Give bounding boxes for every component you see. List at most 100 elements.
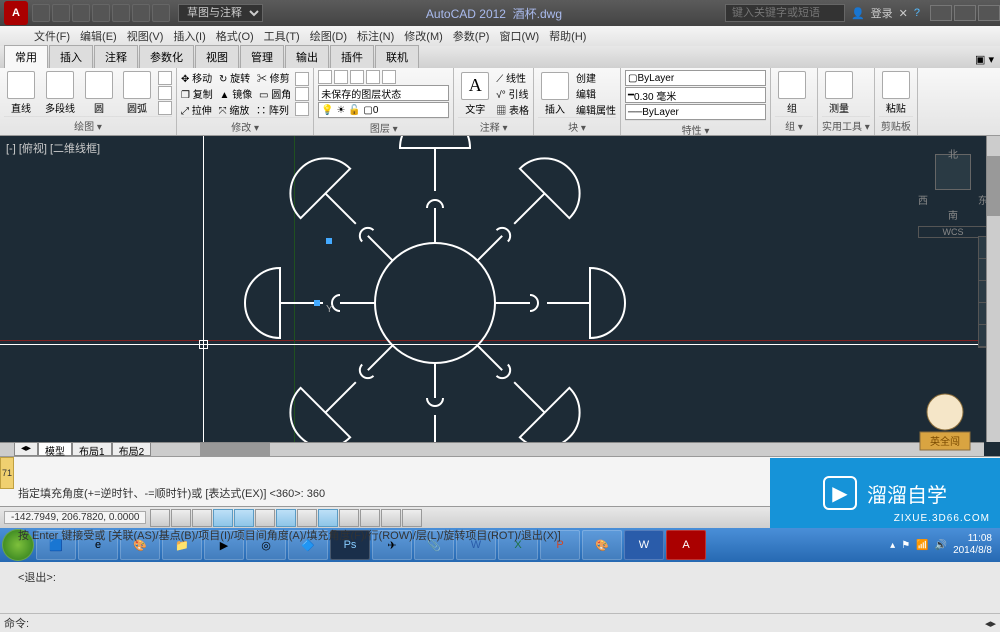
layout-tabs: ◂▸ 模型 布局1 布局2 bbox=[14, 442, 151, 456]
layer-current-dropdown[interactable]: 💡 ☀ 🔓 ▢ 0 bbox=[318, 102, 449, 118]
panel-clipboard: 粘贴 剪贴板 bbox=[875, 68, 918, 135]
panel-layer: 未保存的图层状态 💡 ☀ 🔓 ▢ 0 图层 ▾ bbox=[314, 68, 454, 135]
exchange-icon[interactable]: ✕ bbox=[899, 7, 908, 20]
viewcube[interactable]: 北 西东 南 WCS bbox=[918, 146, 988, 226]
titlebar-right: 👤 登录 ✕ ? bbox=[851, 5, 920, 21]
panel-utilities: 测量 实用工具 ▾ bbox=[818, 68, 875, 135]
scrollbar-horizontal[interactable]: ◂▸ 模型 布局1 布局2 bbox=[0, 442, 984, 456]
layer-state-dropdown[interactable]: 未保存的图层状态 bbox=[318, 85, 449, 101]
command-handle-icon[interactable]: ◂▸ bbox=[985, 617, 996, 630]
menu-view[interactable]: 视图(V) bbox=[123, 28, 168, 44]
edit-block-button[interactable]: 编辑 bbox=[576, 86, 616, 101]
tab-nav-icon[interactable]: ◂▸ bbox=[14, 442, 38, 456]
tab-home[interactable]: 常用 bbox=[4, 45, 48, 68]
minimize-button[interactable] bbox=[930, 5, 952, 21]
qat-new-icon[interactable] bbox=[32, 4, 50, 22]
rotate-button[interactable]: ↻ 旋转 bbox=[219, 70, 250, 85]
close-button[interactable] bbox=[978, 5, 1000, 21]
menu-format[interactable]: 格式(O) bbox=[212, 28, 258, 44]
ribbon-minimize-icon[interactable]: ▣ ▾ bbox=[969, 51, 1000, 68]
qat-undo-icon[interactable] bbox=[132, 4, 150, 22]
drawing-canvas[interactable]: [-] [俯视] [二维线框] bbox=[0, 136, 1000, 456]
layer-freeze-icon[interactable] bbox=[366, 70, 380, 84]
tab-online[interactable]: 联机 bbox=[375, 45, 419, 68]
leader-button[interactable]: √° 引线 bbox=[496, 86, 529, 101]
explode-icon[interactable] bbox=[295, 87, 309, 101]
login-link[interactable]: 登录 bbox=[871, 5, 893, 21]
menu-help[interactable]: 帮助(H) bbox=[545, 28, 590, 44]
ellipse-icon[interactable] bbox=[158, 101, 172, 115]
help-icon[interactable]: ? bbox=[914, 7, 920, 19]
qat-redo-icon[interactable] bbox=[152, 4, 170, 22]
tab-insert[interactable]: 插入 bbox=[49, 45, 93, 68]
trim-button[interactable]: ✂ 修剪 bbox=[257, 70, 290, 85]
text-button[interactable]: A文字 bbox=[458, 71, 492, 117]
help-search-input[interactable] bbox=[725, 4, 845, 22]
array-button[interactable]: ∷ 阵列 bbox=[256, 102, 289, 117]
linear-dim-button[interactable]: ⟋ 线性 bbox=[496, 70, 529, 85]
stretch-button[interactable]: ⤢ 拉伸 bbox=[181, 102, 212, 117]
svg-text:Y: Y bbox=[326, 304, 333, 315]
layer-lock-icon[interactable] bbox=[382, 70, 396, 84]
color-dropdown[interactable]: ▢ ByLayer bbox=[625, 70, 766, 86]
circle-button[interactable]: 圆 bbox=[82, 70, 116, 116]
user-icon[interactable]: 👤 bbox=[851, 7, 865, 20]
layer-states-icon[interactable] bbox=[334, 70, 348, 84]
menu-draw[interactable]: 绘图(D) bbox=[306, 28, 351, 44]
menu-window[interactable]: 窗口(W) bbox=[495, 28, 543, 44]
offset-icon[interactable] bbox=[295, 102, 309, 116]
menu-modify[interactable]: 修改(M) bbox=[400, 28, 447, 44]
tab-annotate[interactable]: 注释 bbox=[94, 45, 138, 68]
insert-block-button[interactable]: 插入 bbox=[538, 71, 572, 117]
layer-prop-icon[interactable] bbox=[318, 70, 332, 84]
menu-tools[interactable]: 工具(T) bbox=[260, 28, 304, 44]
scale-button[interactable]: ⤧ 缩放 bbox=[219, 102, 250, 117]
linetype-dropdown[interactable]: ── ByLayer bbox=[625, 104, 766, 120]
edit-attr-button[interactable]: 编辑属性 bbox=[576, 102, 616, 117]
layer-iso-icon[interactable] bbox=[350, 70, 364, 84]
workspace-dropdown[interactable]: 草图与注释 bbox=[178, 4, 263, 22]
qat-save-icon[interactable] bbox=[72, 4, 90, 22]
menu-param[interactable]: 参数(P) bbox=[449, 28, 494, 44]
menu-edit[interactable]: 编辑(E) bbox=[76, 28, 121, 44]
tab-param[interactable]: 参数化 bbox=[139, 45, 194, 68]
move-button[interactable]: ✥ 移动 bbox=[181, 70, 212, 85]
mirror-button[interactable]: ▲ 镜像 bbox=[220, 86, 253, 101]
erase-icon[interactable] bbox=[295, 72, 309, 86]
tab-plugin[interactable]: 插件 bbox=[330, 45, 374, 68]
panel-properties: ▢ ByLayer ━ 0.30 毫米 ── ByLayer 特性 ▾ bbox=[621, 68, 771, 135]
line-button[interactable]: 直线 bbox=[4, 70, 38, 116]
lineweight-dropdown[interactable]: ━ 0.30 毫米 bbox=[625, 87, 766, 103]
watermark-url: ZIXUE.3D66.COM bbox=[894, 513, 990, 524]
group-button[interactable]: 组 bbox=[775, 70, 809, 116]
tab-layout1[interactable]: 布局1 bbox=[72, 442, 112, 456]
spline-icon[interactable] bbox=[158, 86, 172, 100]
paste-button[interactable]: 粘贴 bbox=[879, 70, 913, 116]
table-button[interactable]: ▦ 表格 bbox=[496, 102, 529, 117]
menu-insert[interactable]: 插入(I) bbox=[169, 28, 209, 44]
qat-saveas-icon[interactable] bbox=[92, 4, 110, 22]
polyline-button[interactable]: 多段线 bbox=[42, 70, 78, 116]
fillet-button[interactable]: ▭ 圆角 bbox=[259, 86, 291, 101]
tab-layout2[interactable]: 布局2 bbox=[112, 442, 152, 456]
tab-view[interactable]: 视图 bbox=[195, 45, 239, 68]
ribbon: 直线 多段线 圆 圆弧 绘图 ▾ ✥ 移动 ↻ 旋转 ✂ 修剪 ❐ 复制 ▲ 镜… bbox=[0, 68, 1000, 136]
mascot-icon: 英全闯 bbox=[900, 382, 990, 462]
arc-button[interactable]: 圆弧 bbox=[120, 70, 154, 116]
menu-dim[interactable]: 标注(N) bbox=[353, 28, 398, 44]
tab-manage[interactable]: 管理 bbox=[240, 45, 284, 68]
app-logo-icon[interactable]: A bbox=[4, 1, 28, 25]
rect-icon[interactable] bbox=[158, 71, 172, 85]
measure-button[interactable]: 测量 bbox=[822, 70, 856, 116]
tab-output[interactable]: 输出 bbox=[285, 45, 329, 68]
tab-model[interactable]: 模型 bbox=[38, 442, 72, 456]
panel-group: 组 组 ▾ bbox=[771, 68, 818, 135]
create-block-button[interactable]: 创建 bbox=[576, 70, 616, 85]
qat-print-icon[interactable] bbox=[112, 4, 130, 22]
qat-open-icon[interactable] bbox=[52, 4, 70, 22]
command-input[interactable] bbox=[33, 616, 985, 631]
menu-file[interactable]: 文件(F) bbox=[30, 28, 74, 44]
maximize-button[interactable] bbox=[954, 5, 976, 21]
window-title: AutoCAD 2012 酒杯.dwg bbox=[263, 5, 725, 22]
copy-button[interactable]: ❐ 复制 bbox=[181, 86, 213, 101]
